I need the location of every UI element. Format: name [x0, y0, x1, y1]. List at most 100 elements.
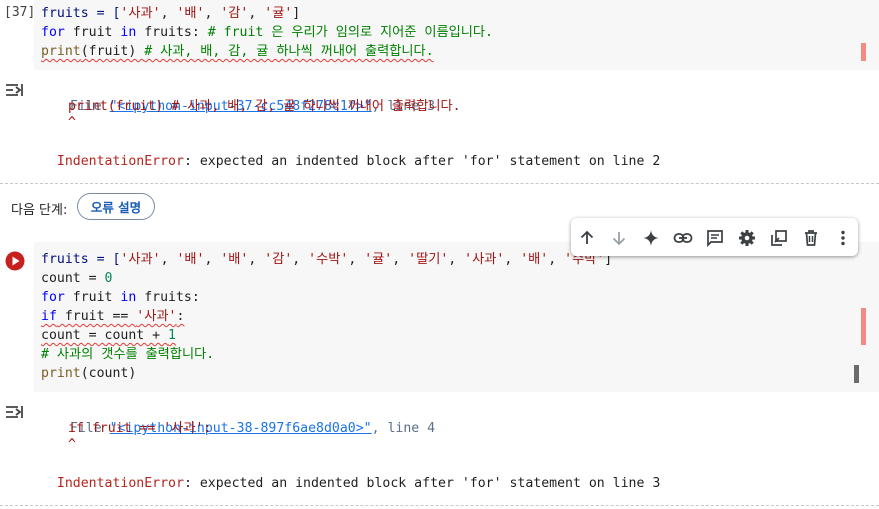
trash-icon [805, 230, 817, 246]
mirror-cell-button[interactable] [767, 226, 791, 250]
link-icon [673, 233, 693, 243]
gemini-button[interactable] [639, 226, 663, 250]
code-token: fruit == [56, 309, 137, 324]
error-message: : expected an indented block after 'for'… [183, 154, 661, 169]
code-token: '배' [176, 6, 205, 21]
code-token: : [176, 309, 185, 324]
move-down-button[interactable] [607, 226, 631, 250]
code-token: , [292, 252, 309, 267]
code-token: '배' [176, 252, 205, 267]
code-token: fruit [64, 25, 121, 40]
code-token: # 사과의 갯수를 출력합니다. [41, 347, 215, 362]
arrow-up-icon [580, 230, 594, 244]
cell1-error-marker [861, 43, 866, 61]
code-line[interactable]: count = count + 1 [41, 326, 176, 345]
cell2-traceback-source: if fruit == '사과': [68, 421, 212, 436]
comment-icon [707, 230, 723, 247]
code-token: , [204, 6, 221, 21]
error-name: IndentationError [56, 476, 184, 491]
more-vert-icon [841, 230, 845, 246]
code-token: '귤' [264, 6, 293, 21]
output-toggle-icon[interactable] [4, 402, 26, 422]
code-token: , [392, 252, 409, 267]
code-token: , [348, 252, 365, 267]
code-line[interactable]: # 사과의 갯수를 출력합니다. [41, 345, 214, 364]
code-token: (count) [80, 366, 137, 381]
code-token: , [548, 252, 565, 267]
code-token: '사과' [120, 6, 161, 21]
code-token: '감' [220, 6, 249, 21]
code-line[interactable]: print(count) [41, 364, 136, 383]
code-token: if [41, 309, 57, 324]
run-cell-button[interactable] [5, 251, 25, 271]
cell1-traceback-source: print(fruit) # 사과, 배, 감, 귤 하나씩 꺼내어 출력합니다… [68, 99, 461, 114]
cell2-scrollbar[interactable] [854, 365, 859, 383]
code-token: # fruit 은 우리가 임의로 지어준 이름입니다. [207, 25, 493, 40]
code-token: '사과' [136, 309, 177, 324]
mirror-icon [771, 230, 787, 246]
code-token: '배' [520, 252, 549, 267]
gear-icon [739, 230, 755, 246]
copy-link-button[interactable] [671, 226, 695, 250]
code-line[interactable]: for fruit in fruits: [41, 288, 200, 307]
code-token: , [248, 252, 265, 267]
cell2-code-editor[interactable]: fruits = ['사과', '배', '배', '감', '수박', '귤'… [41, 250, 856, 390]
output-toggle-icon[interactable] [4, 80, 26, 100]
code-token: '배' [220, 252, 249, 267]
code-token: , [204, 252, 221, 267]
code-token: for [41, 25, 65, 40]
comment-button[interactable] [703, 226, 727, 250]
sparkle-icon [643, 230, 659, 246]
cell-divider [0, 505, 879, 506]
cell2-error-line: IndentationError: expected an indented b… [41, 457, 660, 493]
code-token: count = count + [41, 328, 169, 343]
cell2-error-marker [861, 308, 866, 345]
cell-toolbar [571, 218, 858, 256]
code-line[interactable]: if fruit == '사과': [41, 307, 184, 326]
code-line[interactable]: fruits = ['사과', '배', '배', '감', '수박', '귤'… [41, 250, 612, 269]
code-token: for [41, 290, 65, 305]
code-line[interactable]: fruits = ['사과', '배', '감', '귤'] [41, 4, 300, 23]
code-token: , [160, 6, 177, 21]
code-token: '사과' [120, 252, 161, 267]
code-line[interactable]: count = 0 [41, 269, 112, 288]
code-token: print [41, 366, 81, 381]
code-token: ] [292, 6, 301, 21]
explain-error-button[interactable]: 오류 설명 [77, 193, 155, 220]
code-token: count = [41, 271, 105, 286]
code-token: '감' [264, 252, 293, 267]
move-up-button[interactable] [575, 226, 599, 250]
code-token: fruits = [ [41, 252, 121, 267]
next-step-label: 다음 단계: [11, 203, 68, 218]
code-token: fruit [64, 290, 121, 305]
run-icon[interactable] [5, 251, 25, 271]
code-token: '사과' [464, 252, 505, 267]
code-token: '귤' [364, 252, 393, 267]
cell1-traceback-caret: ^ [68, 115, 76, 130]
code-token: , [248, 6, 265, 21]
error-message: : expected an indented block after 'for'… [183, 476, 661, 491]
code-token: fruits: [136, 290, 200, 305]
code-token: '수박' [308, 252, 349, 267]
code-token: , [448, 252, 465, 267]
code-token: 1 [168, 328, 176, 343]
arrow-down-icon [612, 232, 626, 246]
code-token: '딸기' [408, 252, 449, 267]
code-token: , [504, 252, 521, 267]
cell1-exec-count: [37] [4, 5, 36, 20]
cell1-error-line: IndentationError: expected an indented b… [41, 135, 660, 171]
code-token: (fruit) [80, 44, 145, 59]
cell-divider [0, 183, 879, 184]
explain-error-button-label: 오류 설명 [90, 200, 142, 215]
error-name: IndentationError [56, 154, 184, 169]
code-line[interactable]: for fruit in fruits: # fruit 은 우리가 임의로 지… [41, 23, 493, 42]
settings-button[interactable] [735, 226, 759, 250]
more-options-button[interactable] [831, 226, 855, 250]
code-line[interactable]: print(fruit) # 사과, 배, 감, 귤 하나씩 꺼내어 출력합니다… [41, 42, 434, 61]
cell1-code-editor[interactable]: fruits = ['사과', '배', '감', '귤'] for fruit … [41, 4, 871, 68]
cell2-traceback-caret: ^ [68, 437, 76, 452]
code-token: # 사과, 배, 감, 귤 하나씩 꺼내어 출력합니다. [144, 44, 434, 59]
code-token: in [120, 290, 137, 305]
delete-cell-button[interactable] [799, 226, 823, 250]
code-token: in [120, 25, 137, 40]
